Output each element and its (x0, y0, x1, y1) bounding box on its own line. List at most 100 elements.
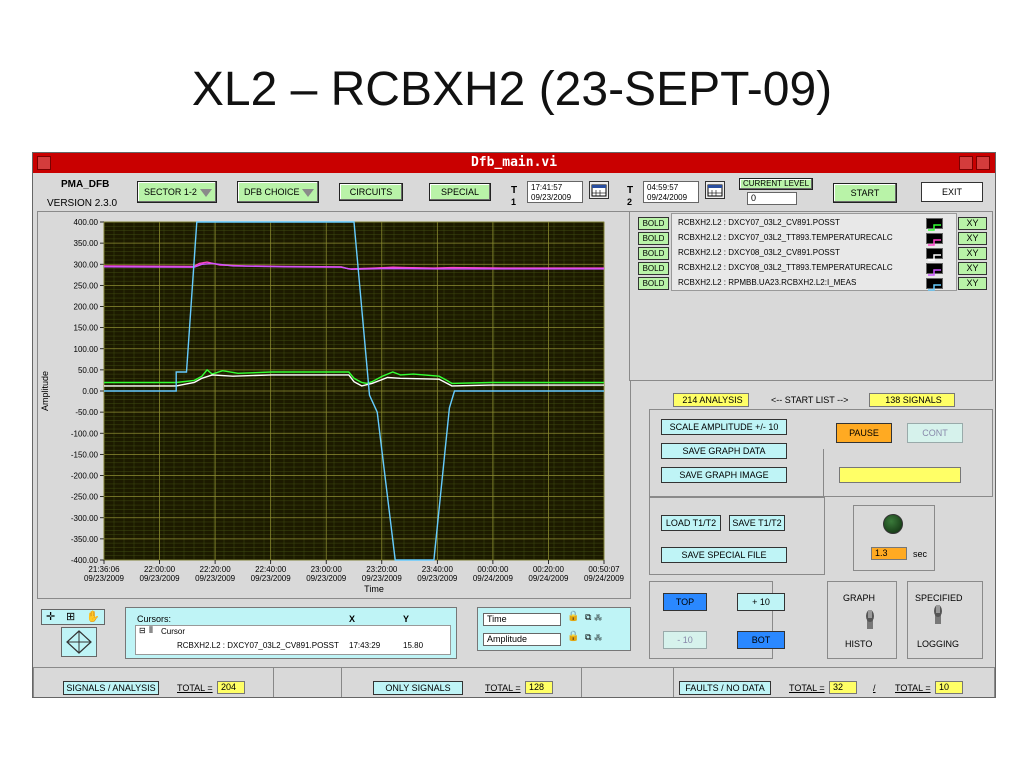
crosshair-icon[interactable]: ✛ (46, 610, 55, 623)
xy-button[interactable]: XY (958, 277, 987, 290)
save-graph-image-button[interactable]: SAVE GRAPH IMAGE (661, 467, 787, 483)
only-signals-button[interactable]: ONLY SIGNALS (373, 681, 463, 695)
top-button[interactable]: TOP (663, 593, 707, 611)
zoom-icon[interactable]: ⊞ (66, 610, 75, 623)
y-tick-label: 300.00 (74, 260, 99, 269)
window-menu-icon[interactable] (37, 156, 51, 170)
y-tick-label: -100.00 (71, 429, 99, 438)
plot-style-icon[interactable] (926, 278, 943, 291)
signal-name[interactable]: RCBXH2.L2 : DXCY08_03L2_TT893.TEMPERATUR… (678, 263, 893, 272)
chevron-down-icon (200, 189, 212, 197)
time-scale-field[interactable]: Time (483, 613, 561, 626)
interval-field[interactable]: 1.3 (871, 547, 907, 560)
total-value-3: 32 (829, 681, 857, 694)
t2-date: 09/24/2009 (647, 193, 688, 202)
y-tick-label: -250.00 (71, 493, 99, 502)
y-tick-label: 400.00 (74, 218, 99, 227)
pause-button[interactable]: PAUSE (836, 423, 892, 443)
xy-button[interactable]: XY (958, 247, 987, 260)
bold-button[interactable]: BOLD (638, 232, 669, 245)
plus10-button[interactable]: + 10 (737, 593, 785, 611)
t1-datetime-field[interactable]: 17:41:57 09/23/2009 (527, 181, 583, 203)
specified-logging-toggle-icon[interactable] (931, 603, 945, 630)
signal-name[interactable]: RCBXH2.L2 : DXCY07_03L2_CV891.POSST (678, 218, 840, 227)
total-value-1: 204 (217, 681, 245, 694)
cont-button[interactable]: CONT (907, 423, 963, 443)
current-level-label: CURRENT LEVEL (739, 178, 813, 190)
circuits-button[interactable]: CIRCUITS (339, 183, 403, 201)
total-label-4: TOTAL = (895, 683, 931, 693)
t2-calendar-icon[interactable] (705, 181, 725, 199)
maximize-icon[interactable] (976, 156, 990, 170)
time-scale-lock-icon[interactable]: 🔒 (567, 611, 579, 622)
total-label-2: TOTAL = (485, 683, 521, 693)
save-t1t2-button[interactable]: SAVE T1/T2 (729, 515, 785, 531)
bold-button[interactable]: BOLD (638, 217, 669, 230)
x-axis-label: Time (364, 584, 384, 594)
divider (823, 449, 824, 497)
x-tick-time: 22:20:00 (200, 565, 232, 574)
graph-histo-toggle-icon[interactable] (863, 608, 877, 635)
cursor-move-icon[interactable] (61, 627, 97, 657)
signal-name[interactable]: RCBXH2.L2 : DXCY08_03L2_CV891.POSST (678, 248, 840, 257)
plot-style-icon[interactable] (926, 218, 943, 231)
x-tick-time: 23:40:00 (422, 565, 454, 574)
plot-style-icon[interactable] (926, 263, 943, 276)
y-tick-label: 250.00 (74, 281, 99, 290)
time-scale-format-icon[interactable]: ⧉ ⁂ (585, 612, 602, 623)
signal-name[interactable]: RCBXH2.L2 : DXCY07_03L2_TT893.TEMPERATUR… (678, 233, 893, 242)
start-list-label: <-- START LIST --> (771, 395, 849, 405)
x-tick-date: 09/24/2009 (584, 574, 625, 583)
amplitude-scale-format-icon[interactable]: ⧉ ⁂ (585, 632, 602, 643)
bold-button[interactable]: BOLD (638, 277, 669, 290)
cursor-expand-icon[interactable]: ⊟ (139, 626, 146, 635)
bold-button[interactable]: BOLD (638, 247, 669, 260)
xy-button[interactable]: XY (958, 232, 987, 245)
total-label-3: TOTAL = (789, 683, 825, 693)
t2-label: T (627, 185, 634, 196)
dfb-choice-dropdown[interactable]: DFB CHOICE (237, 181, 319, 203)
signals-analysis-button[interactable]: SIGNALS / ANALYSIS (63, 681, 159, 695)
save-graph-data-button[interactable]: SAVE GRAPH DATA (661, 443, 787, 459)
start-button[interactable]: START (833, 183, 897, 203)
amplitude-scale-field[interactable]: Amplitude (483, 633, 561, 646)
load-t1t2-button[interactable]: LOAD T1/T2 (661, 515, 721, 531)
divider (673, 667, 674, 697)
x-tick-date: 09/24/2009 (528, 574, 569, 583)
slide-title: XL2 – RCBXH2 (23-SEPT-09) (191, 63, 833, 116)
divider (581, 667, 582, 697)
status-field (839, 467, 961, 483)
amplitude-scale-lock-icon[interactable]: 🔒 (567, 631, 579, 642)
scale-amplitude-button[interactable]: SCALE AMPLITUDE +/- 10 (661, 419, 787, 435)
y-tick-label: 200.00 (74, 303, 99, 312)
faults-no-data-button[interactable]: FAULTS / NO DATA (679, 681, 771, 695)
t2-datetime-field[interactable]: 04:59:57 09/24/2009 (643, 181, 699, 203)
pan-hand-icon[interactable]: ✋ (86, 610, 100, 623)
current-level-field[interactable]: 0 (747, 192, 797, 205)
xy-button[interactable]: XY (958, 262, 987, 275)
sector-dropdown[interactable]: SECTOR 1-2 (137, 181, 217, 203)
x-tick-time: 00:00:00 (477, 565, 509, 574)
minus10-button[interactable]: - 10 (663, 631, 707, 649)
x-tick-time: 22:00:00 (144, 565, 176, 574)
cursors-title: Cursors: (137, 614, 172, 624)
special-button[interactable]: SPECIAL (429, 183, 491, 201)
x-tick-date: 09/23/2009 (140, 574, 181, 583)
t1-calendar-icon[interactable] (589, 181, 609, 199)
bot-button[interactable]: BOT (737, 631, 785, 649)
xy-button[interactable]: XY (958, 217, 987, 230)
cursor-row-y: 15.80 (403, 641, 424, 650)
minimize-icon[interactable] (959, 156, 973, 170)
total-value-4: 10 (935, 681, 963, 694)
x-tick-time: 00:50:07 (588, 565, 620, 574)
save-special-file-button[interactable]: SAVE SPECIAL FILE (661, 547, 787, 563)
bold-button[interactable]: BOLD (638, 262, 669, 275)
plot-style-icon[interactable] (926, 248, 943, 261)
amplitude-chart[interactable]: 400.00 350.00 300.00 250.00 200.00 150.00 100.… (38, 212, 630, 598)
signal-name[interactable]: RCBXH2.L2 : RPMBB.UA23.RCBXH2.L2:I_MEAS (678, 278, 856, 287)
plot-style-icon[interactable] (926, 233, 943, 246)
x-tick-date: 09/23/2009 (306, 574, 347, 583)
exit-button[interactable]: EXIT (921, 182, 983, 202)
sector-label: SECTOR 1-2 (144, 187, 197, 197)
t1-date: 09/23/2009 (531, 193, 572, 202)
